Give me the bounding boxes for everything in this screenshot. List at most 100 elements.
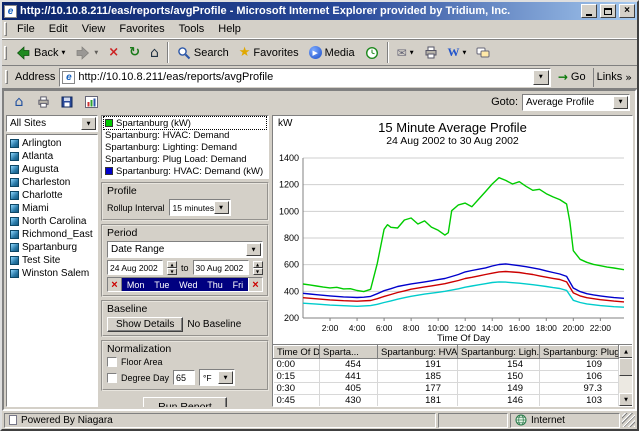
- site-item[interactable]: Charlotte: [7, 189, 97, 202]
- site-item[interactable]: Augusta: [7, 163, 97, 176]
- minimize-button[interactable]: [581, 4, 597, 18]
- scroll-down-icon[interactable]: ▼: [619, 393, 633, 406]
- favorites-button[interactable]: ★ Favorites: [234, 41, 304, 64]
- home-button[interactable]: ⌂: [145, 41, 164, 64]
- site-item[interactable]: Miami: [7, 202, 97, 215]
- forward-button[interactable]: ▼: [70, 41, 103, 64]
- table-header-cell[interactable]: Sparta...: [320, 346, 378, 359]
- goto-dropdown-icon[interactable]: ▼: [613, 96, 628, 109]
- rollup-dropdown-icon[interactable]: ▼: [214, 201, 229, 214]
- weekday-mon[interactable]: Mon: [127, 280, 145, 290]
- table-row[interactable]: 0:3040517714997.3: [274, 383, 619, 395]
- menubar-grip[interactable]: [4, 22, 7, 36]
- weekday-wed[interactable]: Wed: [179, 280, 197, 290]
- table-header-cell[interactable]: Time Of Day: [274, 346, 320, 359]
- resize-grip[interactable]: [622, 413, 635, 427]
- sunday-excluded-icon[interactable]: ×: [108, 278, 122, 291]
- close-button[interactable]: ×: [619, 4, 635, 18]
- site-item[interactable]: Arlington: [7, 137, 97, 150]
- value-cell: 191: [378, 359, 458, 371]
- saturday-excluded-icon[interactable]: ×: [248, 278, 262, 291]
- degree-day-checkbox[interactable]: [107, 373, 117, 383]
- table-row[interactable]: 0:15441185150106: [274, 371, 619, 383]
- address-dropdown-icon[interactable]: ▼: [533, 70, 549, 85]
- weekday-tue[interactable]: Tue: [154, 280, 169, 290]
- table-header-cell[interactable]: Spartanburg: HVAC...: [378, 346, 458, 359]
- address-input[interactable]: e http://10.10.8.211/eas/reports/avgProf…: [59, 68, 550, 87]
- end-date-stepper[interactable]: ▲▼: [253, 261, 263, 275]
- start-date-field[interactable]: 24 Aug 2002: [107, 260, 163, 275]
- media-button[interactable]: ▶ Media: [304, 41, 360, 64]
- scroll-up-icon[interactable]: ▲: [619, 345, 633, 358]
- end-date-field[interactable]: 30 Aug 2002: [193, 260, 249, 275]
- table-header-cell[interactable]: Spartanburg: Plug ...: [540, 346, 619, 359]
- site-item[interactable]: Atlanta: [7, 150, 97, 163]
- app-print-button[interactable]: [33, 93, 53, 111]
- start-date-stepper[interactable]: ▲▼: [167, 261, 177, 275]
- weekday-selector[interactable]: × Mon Tue Wed Thu Fri ×: [107, 277, 263, 292]
- table-row[interactable]: 0:45430181146103: [274, 395, 619, 407]
- go-button[interactable]: → Go: [555, 70, 589, 84]
- series-item[interactable]: Spartanburg: Lighting: Demand: [104, 141, 266, 153]
- menu-favorites[interactable]: Favorites: [112, 21, 171, 37]
- maximize-button[interactable]: [600, 4, 616, 18]
- run-report-button[interactable]: Run Report: [143, 397, 227, 407]
- table-header-cell[interactable]: Spartanburg: Ligh...: [458, 346, 540, 359]
- table-row[interactable]: 0:00454191154109: [274, 359, 619, 371]
- site-item[interactable]: Richmond_East: [7, 228, 97, 241]
- menu-help[interactable]: Help: [211, 21, 248, 37]
- floor-area-checkbox[interactable]: [107, 357, 117, 367]
- site-item[interactable]: Winston Salem: [7, 267, 97, 280]
- app-home-button[interactable]: ⌂: [9, 93, 29, 111]
- app-chart-button[interactable]: [81, 93, 101, 111]
- site-item[interactable]: North Carolina: [7, 215, 97, 228]
- table-scrollbar[interactable]: ▲ ▼: [619, 345, 633, 406]
- site-item[interactable]: Test Site: [7, 254, 97, 267]
- app-save-button[interactable]: [57, 93, 77, 111]
- title-bar[interactable]: e http://10.10.8.211/eas/reports/avgProf…: [2, 2, 637, 20]
- links-chevron-icon[interactable]: »: [625, 71, 632, 84]
- back-dropdown-icon[interactable]: ▼: [61, 50, 65, 56]
- series-item[interactable]: Spartanburg: HVAC: Demand: [104, 129, 266, 141]
- discuss-button[interactable]: [471, 41, 495, 64]
- mail-button[interactable]: ✉ ▼: [392, 41, 419, 64]
- scrollbar-track[interactable]: [619, 358, 633, 393]
- stop-button[interactable]: ×: [103, 41, 124, 64]
- print-button[interactable]: [419, 41, 443, 64]
- site-filter-select[interactable]: All Sites ▼: [6, 115, 98, 132]
- weekday-thu[interactable]: Thu: [207, 280, 223, 290]
- degree-unit-dropdown-icon[interactable]: ▼: [218, 371, 233, 384]
- refresh-button[interactable]: ↻: [124, 41, 145, 64]
- rollup-interval-select[interactable]: 15 minutes ▼: [169, 199, 231, 216]
- edit-with-word-button[interactable]: W ▼: [443, 41, 472, 64]
- show-details-button[interactable]: Show Details: [107, 317, 183, 332]
- site-item[interactable]: Spartanburg: [7, 241, 97, 254]
- period-type-dropdown-icon[interactable]: ▼: [246, 243, 261, 256]
- period-type-select[interactable]: Date Range ▼: [107, 241, 263, 258]
- series-item[interactable]: Spartanburg: Plug Load: Demand: [104, 153, 266, 165]
- toolbar-grip[interactable]: [4, 46, 7, 60]
- menu-file[interactable]: File: [10, 21, 42, 37]
- series-item[interactable]: Spartanburg: HVAC: Demand (kW): [104, 165, 266, 177]
- svg-text:16:00: 16:00: [509, 323, 531, 333]
- site-item[interactable]: Charleston: [7, 176, 97, 189]
- menu-view[interactable]: View: [75, 21, 113, 37]
- back-button[interactable]: Back ▼: [10, 41, 70, 64]
- menu-edit[interactable]: Edit: [42, 21, 75, 37]
- links-toolbar[interactable]: Links »: [593, 68, 635, 87]
- series-item[interactable]: Spartanburg (kW): [104, 117, 266, 129]
- edit-dropdown-icon[interactable]: ▼: [463, 50, 467, 56]
- degree-day-value-field[interactable]: 65: [173, 370, 195, 385]
- search-button[interactable]: Search: [172, 41, 234, 64]
- menu-tools[interactable]: Tools: [172, 21, 212, 37]
- degree-unit-select[interactable]: °F ▼: [199, 369, 235, 386]
- weekday-fri[interactable]: Fri: [233, 280, 244, 290]
- scrollbar-thumb[interactable]: [619, 358, 633, 376]
- site-filter-dropdown-icon[interactable]: ▼: [81, 117, 96, 130]
- goto-select[interactable]: Average Profile ▼: [522, 94, 630, 111]
- forward-dropdown-icon[interactable]: ▼: [94, 50, 98, 56]
- weekday-labels[interactable]: Mon Tue Wed Thu Fri: [122, 278, 248, 291]
- addressbar-grip[interactable]: [5, 70, 8, 84]
- mail-dropdown-icon[interactable]: ▼: [410, 50, 414, 56]
- history-button[interactable]: [360, 41, 384, 64]
